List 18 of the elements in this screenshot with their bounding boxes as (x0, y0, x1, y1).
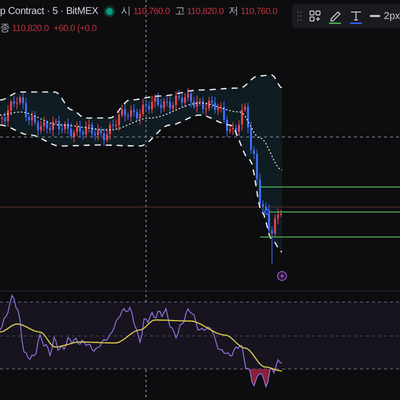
ohlc-label: 고 (174, 5, 185, 18)
pencil-icon[interactable] (328, 8, 342, 24)
price-change: +60.0 (+0.0 (54, 23, 96, 33)
lightning-icon[interactable] (277, 271, 287, 281)
ohlc-value: 110,820.0 (12, 23, 49, 33)
status-dot-icon (106, 8, 114, 14)
ohlc-label: 저 (228, 5, 239, 18)
ohlc-label: 시 (121, 5, 132, 18)
marker-point (264, 209, 270, 215)
symbol-title: p Contract · 5 · BitMEX (0, 6, 98, 16)
ohlc-label: 종 (0, 22, 10, 35)
text-tool-icon[interactable] (348, 8, 363, 24)
ohlc-value: 110,820.0 (186, 6, 224, 16)
ohlc-value: 110,760.0 (240, 6, 278, 16)
grid-icon[interactable] (308, 10, 321, 22)
line-width-button[interactable]: 2px (370, 10, 400, 22)
ohlc-value: 110,760.0 (133, 6, 170, 16)
drag-handle-icon[interactable] (297, 11, 302, 21)
